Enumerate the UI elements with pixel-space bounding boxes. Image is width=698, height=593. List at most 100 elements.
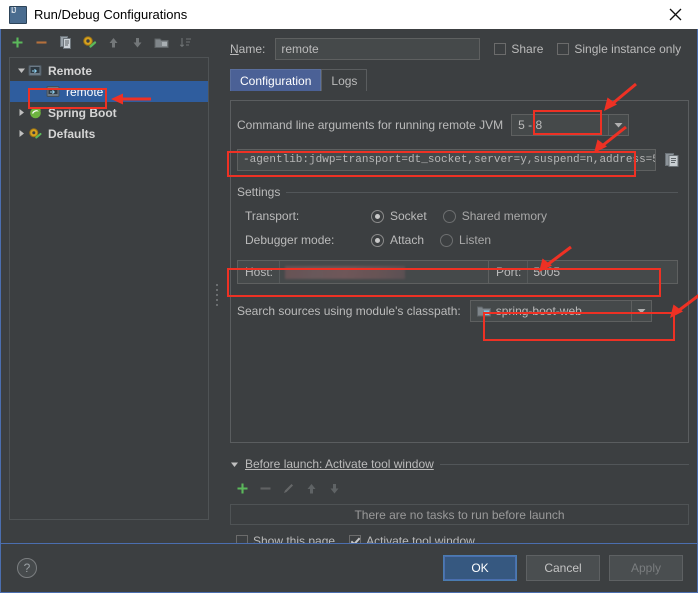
close-icon[interactable] <box>652 0 698 28</box>
folder-icon[interactable] <box>153 34 170 51</box>
tree-item-remote-group[interactable]: Remote <box>10 60 208 81</box>
add-task-button[interactable] <box>236 482 249 495</box>
module-combobox[interactable]: spring-boot-web <box>469 300 652 322</box>
apply-button-label: Apply <box>630 561 662 575</box>
before-launch-task-list[interactable]: There are no tasks to run before launch <box>230 504 689 525</box>
single-instance-checkbox[interactable]: Single instance only <box>557 42 681 56</box>
tree-item-label: Remote <box>48 63 93 78</box>
radio-socket[interactable] <box>371 209 384 223</box>
tab-logs-label: Logs <box>331 73 358 88</box>
module-folder-icon <box>476 305 491 317</box>
debugger-mode-attach-label: Attach <box>390 233 425 247</box>
remove-configuration-button[interactable] <box>33 34 50 51</box>
host-value-redacted <box>285 265 406 279</box>
agent-args-input[interactable]: -agentlib:jdwp=transport=dt_socket,serve… <box>237 149 656 171</box>
name-input[interactable]: remote <box>275 38 481 60</box>
apply-button: Apply <box>609 555 683 581</box>
jvm-version-combobox[interactable]: 5 - 8 <box>511 114 630 136</box>
host-input[interactable] <box>279 261 488 283</box>
configuration-tabs: Configuration Logs <box>230 69 697 91</box>
transport-option-socket[interactable]: Socket <box>371 209 427 223</box>
name-input-value: remote <box>281 42 319 56</box>
name-row: Name: remote Share Single instance only <box>222 37 697 61</box>
ok-button[interactable]: OK <box>443 555 517 581</box>
transport-option-shared-memory[interactable]: Shared memory <box>442 209 547 223</box>
add-configuration-button[interactable] <box>9 34 26 51</box>
configurations-tree[interactable]: Remote remote Spring Boot Defaults <box>9 57 209 520</box>
debugger-mode-listen-label: Listen <box>459 233 492 247</box>
tab-logs[interactable]: Logs <box>321 69 368 91</box>
port-label: Port: <box>496 265 522 279</box>
single-instance-checkbox-box[interactable] <box>557 43 570 55</box>
tab-configuration[interactable]: Configuration <box>230 69 322 91</box>
chevron-down-icon[interactable] <box>630 301 651 321</box>
port-field[interactable]: Port: 5005 <box>488 260 678 284</box>
port-input[interactable]: 5005 <box>527 261 677 283</box>
debugger-mode-option-attach[interactable]: Attach <box>371 233 424 247</box>
jvm-version-value: 5 - 8 <box>518 118 543 132</box>
configurations-left-panel: Remote remote Spring Boot Defaults <box>1 29 213 544</box>
tree-item-spring-boot-group[interactable]: Spring Boot <box>10 102 208 123</box>
gear-wrench-icon[interactable] <box>81 34 98 51</box>
port-value: 5005 <box>533 265 561 279</box>
run-debug-configurations-dialog: Remote remote Spring Boot Defaults Name:… <box>0 29 698 593</box>
share-checkbox-box[interactable] <box>494 43 507 55</box>
copy-to-clipboard-icon[interactable] <box>662 150 682 170</box>
module-classpath-label: Search sources using module's classpath: <box>237 304 461 318</box>
remote-debug-icon <box>46 85 61 99</box>
before-launch-section: Before launch: Activate tool window Ther… <box>230 457 689 548</box>
before-launch-header[interactable]: Before launch: Activate tool window <box>230 457 689 471</box>
debugger-mode-option-listen[interactable]: Listen <box>440 233 491 247</box>
debugger-mode-row: Debugger mode: Attach Listen <box>237 233 678 247</box>
splitter-grip[interactable] <box>216 284 219 310</box>
cancel-button-label: Cancel <box>544 561 582 575</box>
settings-label: Settings <box>237 185 281 199</box>
debugger-mode-label: Debugger mode: <box>245 233 335 247</box>
tab-configuration-label: Configuration <box>240 73 312 88</box>
window-titlebar: Run/Debug Configurations <box>0 0 698 30</box>
tree-item-label: Defaults <box>48 126 96 141</box>
cancel-button[interactable]: Cancel <box>526 555 600 581</box>
pencil-icon <box>282 482 295 495</box>
transport-socket-label: Socket <box>390 209 427 223</box>
copy-configuration-button[interactable] <box>57 34 74 51</box>
spring-boot-icon <box>28 106 43 120</box>
before-launch-empty-text: There are no tasks to run before launch <box>354 507 565 522</box>
tree-item-defaults-group[interactable]: Defaults <box>10 123 208 144</box>
collapse-toggle-icon[interactable] <box>14 129 28 138</box>
chevron-down-icon[interactable] <box>608 115 628 135</box>
share-checkbox[interactable]: Share <box>494 42 543 56</box>
module-value: spring-boot-web <box>495 304 582 318</box>
tree-item-remote-config[interactable]: remote <box>10 81 208 102</box>
agent-args-row: -agentlib:jdwp=transport=dt_socket,serve… <box>237 149 682 171</box>
defaults-icon <box>28 127 43 141</box>
expand-toggle-icon[interactable] <box>14 66 28 75</box>
radio-shared-memory[interactable] <box>442 209 456 223</box>
radio-listen[interactable] <box>440 233 454 247</box>
before-launch-title: Before launch: Activate tool window <box>245 457 434 471</box>
help-icon[interactable]: ? <box>17 558 37 578</box>
dialog-footer: ? OK Cancel Apply <box>1 543 697 592</box>
radio-attach[interactable] <box>371 233 384 247</box>
name-label: Name: <box>230 42 266 56</box>
host-field[interactable]: Host: <box>237 260 489 284</box>
command-line-row: Command line arguments for running remot… <box>237 114 678 136</box>
transport-row: Transport: Socket Shared memory <box>237 209 678 223</box>
host-port-row: Host: Port: 5005 <box>237 260 678 284</box>
window-title: Run/Debug Configurations <box>34 7 188 22</box>
task-move-down-button <box>328 482 341 495</box>
ok-button-label: OK <box>471 561 489 575</box>
move-up-button[interactable] <box>105 34 122 51</box>
task-move-up-button <box>305 482 318 495</box>
panel-splitter[interactable] <box>213 29 222 544</box>
collapse-toggle-icon[interactable] <box>14 108 28 117</box>
before-launch-toolbar <box>236 478 689 498</box>
command-line-label: Command line arguments for running remot… <box>237 118 504 132</box>
before-launch-collapse-icon[interactable] <box>230 460 239 469</box>
before-launch-separator <box>439 463 689 465</box>
move-down-button[interactable] <box>129 34 146 51</box>
intellij-idea-icon <box>9 5 27 24</box>
sort-configurations-button[interactable] <box>177 34 194 51</box>
dialog-content: Remote remote Spring Boot Defaults Name:… <box>1 29 698 548</box>
dialog-buttons: OK Cancel Apply <box>443 555 683 581</box>
